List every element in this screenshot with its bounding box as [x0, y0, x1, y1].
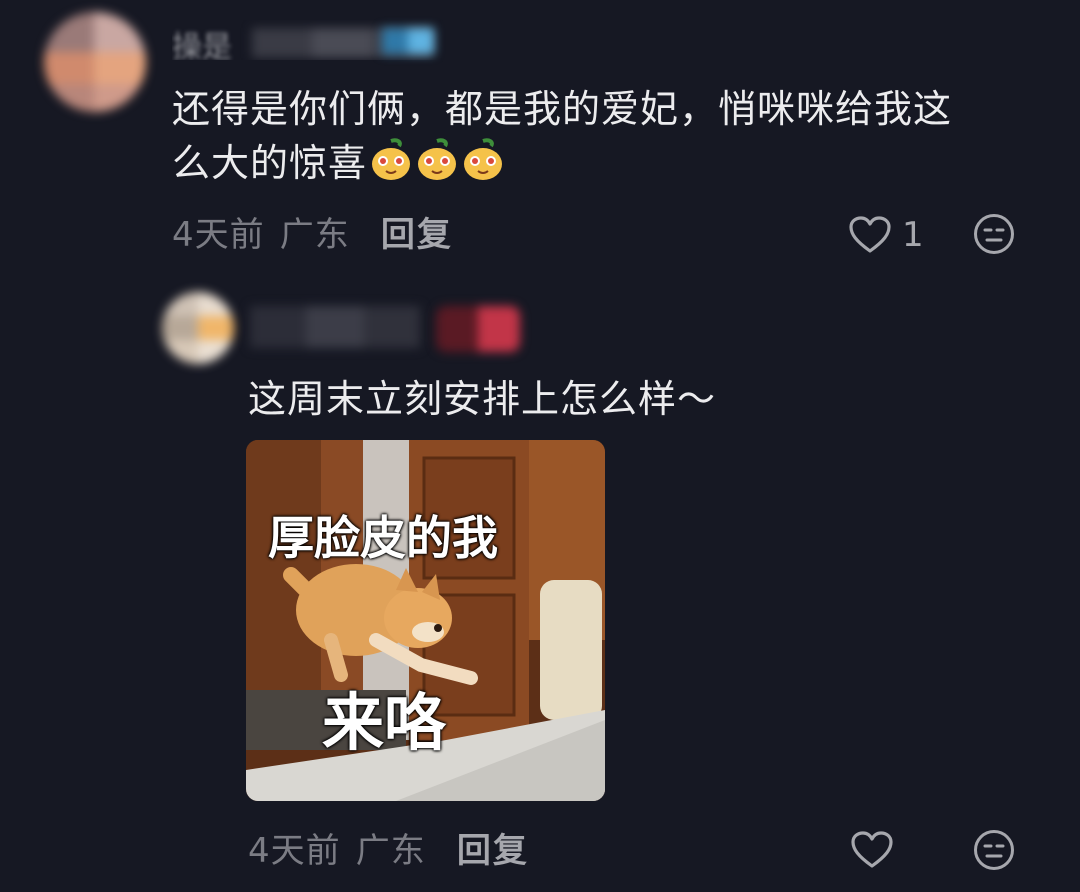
comment-1-text: 还得是你们俩，都是我的爱妃，悄咪咪给我这 么大的惊喜 — [172, 82, 1032, 190]
sticker-caption-bottom: 来咯 — [322, 686, 447, 759]
heart-outline-icon — [849, 216, 891, 253]
avatar-comment-2[interactable] — [162, 292, 234, 364]
sticker-caption-top: 厚脸皮的我 — [268, 511, 498, 565]
comment-1-line-1: 还得是你们俩，都是我的爱妃，悄咪咪给我这 — [172, 87, 953, 131]
unamused-face-icon — [974, 214, 1014, 254]
dislike-button[interactable] — [972, 828, 1016, 876]
sticker-image[interactable]: 厚脸皮的我 来咯 — [246, 440, 605, 801]
like-button[interactable]: 1 — [848, 212, 924, 258]
location: 广东 — [355, 831, 426, 871]
username-comment-2[interactable] — [250, 306, 420, 348]
user-badge — [382, 28, 434, 54]
smiling-mango-emoji-icon — [461, 138, 505, 182]
heart-outline-icon — [851, 831, 893, 868]
like-count: 1 — [902, 215, 924, 255]
timestamp: 4天前 — [172, 215, 265, 255]
user-tag — [436, 306, 520, 352]
avatar-comment-1[interactable] — [44, 12, 146, 112]
reply-button[interactable]: 回复 — [381, 215, 453, 255]
smiling-mango-emoji-icon — [415, 138, 459, 182]
timestamp: 4天前 — [248, 831, 341, 871]
like-button[interactable] — [850, 830, 894, 874]
location: 广东 — [279, 215, 350, 255]
comment-2-meta: 4天前 广东 回复 — [248, 828, 529, 874]
unamused-face-icon — [974, 830, 1014, 870]
comment-1-meta: 4天前 广东 回复 — [172, 212, 453, 258]
comment-2-text: 这周末立刻安排上怎么样～ — [248, 377, 717, 421]
comment-1-line-2: 么大的惊喜 — [172, 136, 1032, 190]
reply-button[interactable]: 回复 — [457, 831, 529, 871]
smiling-mango-emoji-icon — [369, 138, 413, 182]
dislike-button[interactable] — [972, 212, 1016, 260]
